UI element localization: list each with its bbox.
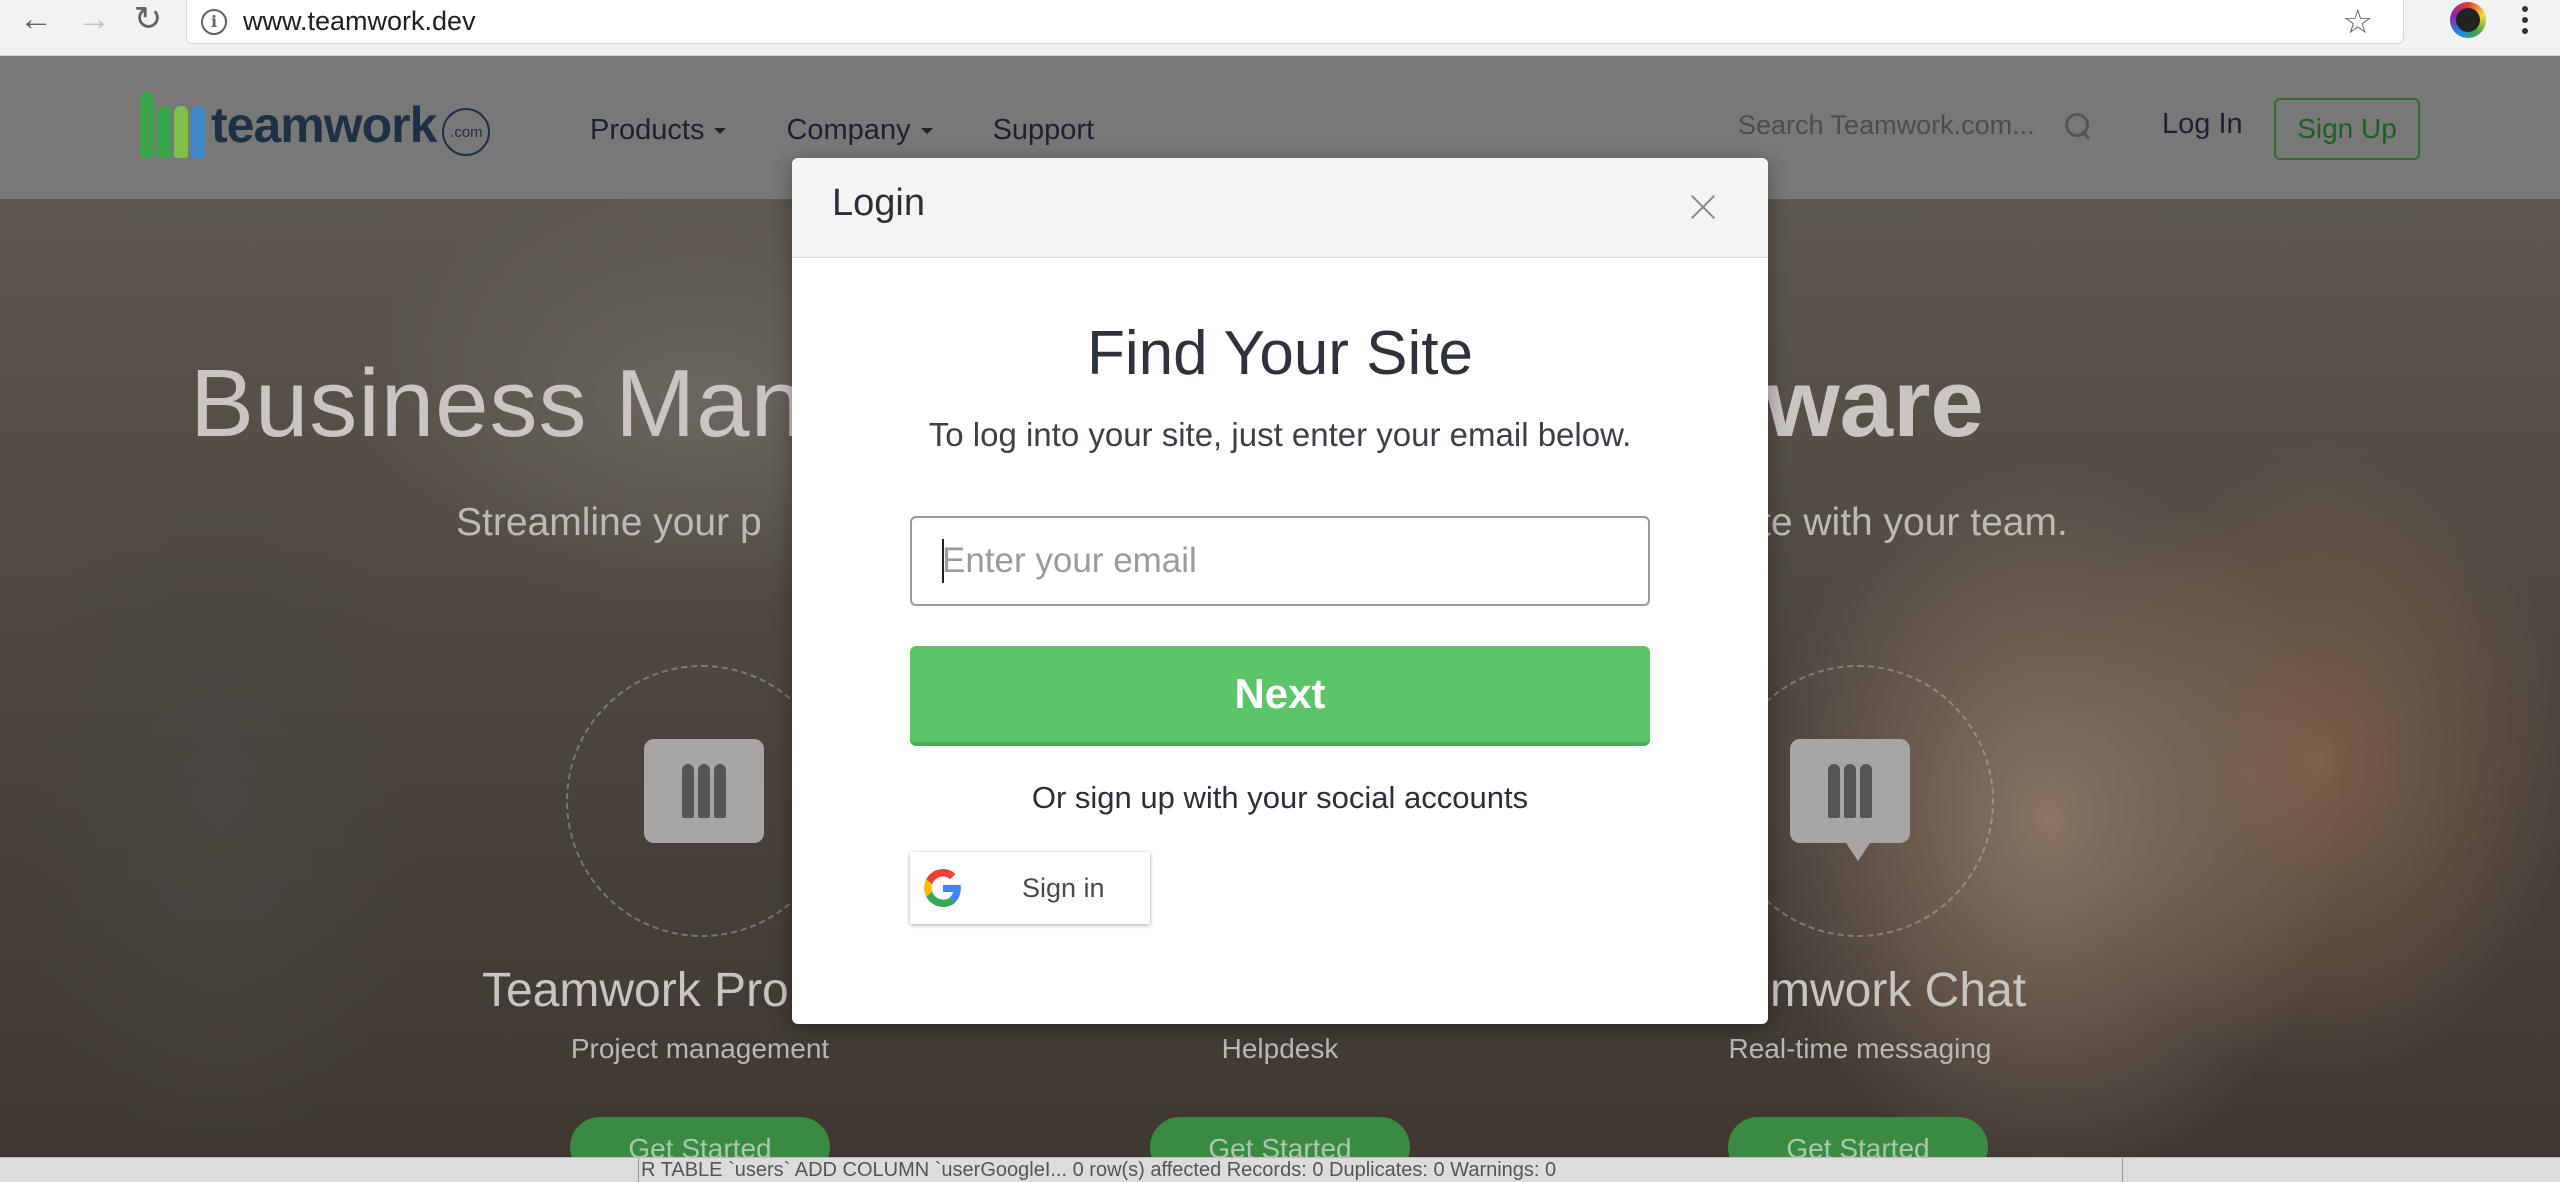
get-started-button[interactable]: Get Started — [1728, 1117, 1988, 1157]
google-signin-button[interactable]: Sign in — [910, 852, 1150, 924]
product-title: Teamwork Pro — [482, 964, 789, 1017]
product-subtitle: Helpdesk — [1221, 1033, 1339, 1064]
nav-products-label: Products — [590, 114, 705, 146]
console-output-text: R TABLE `users` ADD COLUMN `userGoogleI.… — [638, 1158, 1556, 1182]
google-signin-label: Sign in — [1022, 872, 1105, 903]
reload-icon[interactable]: ↻ — [126, 0, 170, 38]
url-text[interactable]: www.teamwork.dev — [243, 6, 476, 37]
console-status-strip: R TABLE `users` ADD COLUMN `userGoogleI.… — [0, 1157, 2560, 1182]
divider — [2122, 1158, 2123, 1182]
google-logo-icon — [924, 869, 961, 907]
hero-subtitle-start: Streamline your p — [456, 501, 762, 544]
search-icon[interactable] — [2064, 112, 2091, 139]
caret-down-icon — [920, 127, 933, 134]
email-input[interactable] — [910, 516, 1650, 606]
modal-title: Login — [832, 182, 925, 224]
nav-company[interactable]: Company — [786, 114, 933, 147]
social-signup-text: Or sign up with your social accounts — [1031, 780, 1529, 815]
nav-company-label: Company — [786, 114, 911, 146]
hero-title-end: ware — [1765, 350, 1984, 457]
signup-button[interactable]: Sign Up — [2274, 98, 2420, 160]
find-site-subheading: To log into your site, just enter your e… — [928, 416, 1632, 453]
login-modal: Login Find Your Site To log into your si… — [792, 158, 1768, 1024]
browser-menu-icon[interactable] — [2510, 0, 2540, 40]
site-info-icon[interactable]: i — [201, 8, 227, 35]
find-site-heading: Find Your Site — [1086, 319, 1474, 388]
caret-down-icon — [714, 127, 727, 134]
logo-text: teamwork — [211, 97, 437, 153]
get-started-button[interactable]: Get Started — [570, 1117, 830, 1157]
teamwork-projects-icon — [644, 739, 764, 843]
close-icon[interactable] — [1690, 194, 1716, 220]
main-nav: Products Company Support — [590, 114, 1094, 147]
teamwork-logo[interactable]: teamwork .com — [140, 92, 491, 158]
logo-suffix: .com — [442, 108, 491, 156]
nav-support[interactable]: Support — [993, 114, 1095, 147]
get-started-button[interactable]: Get Started — [1150, 1117, 1410, 1157]
product-subtitle: Project management — [570, 1033, 830, 1064]
modal-header: Login — [792, 158, 1768, 258]
address-bar[interactable]: i www.teamwork.dev ☆ — [186, 0, 2404, 44]
bookmark-star-icon[interactable]: ☆ — [2343, 2, 2373, 42]
text-cursor — [942, 539, 944, 583]
nav-products[interactable]: Products — [590, 114, 727, 147]
extension-icon[interactable] — [2450, 2, 2486, 38]
hero-subtitle-end: te with your team. — [1760, 501, 2068, 544]
site-search-placeholder[interactable]: Search Teamwork.com... — [1738, 110, 2035, 141]
back-arrow-icon[interactable]: ← — [14, 0, 58, 38]
product-subtitle: Real-time messaging — [1728, 1033, 1992, 1064]
product-title: mwork Chat — [1770, 964, 2027, 1017]
hero-title-start: Business Man — [190, 350, 805, 457]
forward-arrow-icon[interactable]: → — [72, 0, 116, 38]
next-button[interactable]: Next — [910, 646, 1650, 746]
login-link[interactable]: Log In — [2162, 108, 2243, 141]
site-search[interactable]: Search Teamwork.com... — [1738, 110, 2091, 141]
logo-figures-icon — [140, 92, 205, 158]
browser-toolbar: ← → ↻ i www.teamwork.dev ☆ — [0, 0, 2560, 56]
nav-support-label: Support — [992, 114, 1095, 146]
teamwork-chat-icon — [1790, 739, 1910, 861]
